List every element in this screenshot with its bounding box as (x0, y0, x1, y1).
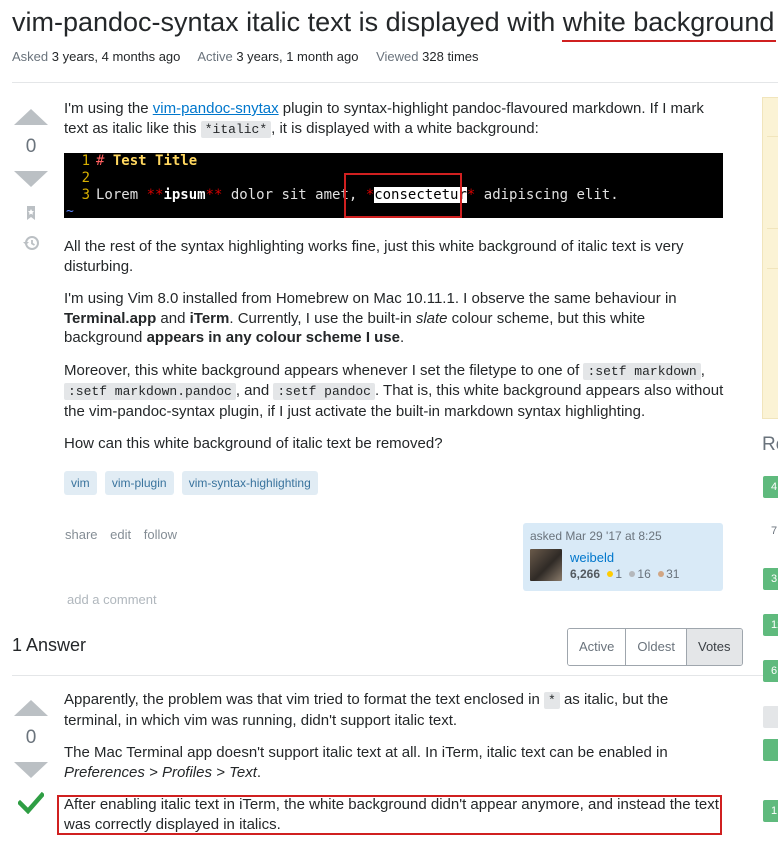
edit-link[interactable]: edit (110, 527, 131, 542)
tag-vim-plugin[interactable]: vim-plugin (104, 471, 174, 495)
terminal-annotation-box (344, 173, 462, 218)
related-score-badge[interactable]: 4 (763, 476, 778, 498)
add-comment-link[interactable]: add a comment (67, 592, 157, 607)
history-icon[interactable] (22, 234, 40, 252)
related-score-badge[interactable]: 7 (763, 520, 778, 542)
related-score-badge[interactable]: 12 (763, 614, 778, 636)
question-paragraph: All the rest of the syntax highlighting … (64, 238, 684, 275)
reputation-score: 6,266 (570, 567, 601, 581)
asked-value: 3 years, 4 months ago (51, 49, 181, 64)
question-paragraph: How can this white background of italic … (64, 435, 443, 452)
accepted-check-icon (16, 791, 46, 815)
answer-annotation-box (57, 795, 722, 835)
plugin-link[interactable]: vim-pandoc-snytax (153, 100, 279, 117)
asked-label: Asked (12, 49, 49, 64)
user-reputation: 6,266 1 16 31 (570, 567, 680, 581)
sidebar-divider (767, 136, 778, 137)
title-annotation-underline (562, 40, 776, 42)
inline-code: *italic* (200, 120, 272, 138)
answer-paragraph: The Mac Terminal app doesn't support ita… (64, 744, 668, 781)
user-name-link[interactable]: weibeld (570, 550, 614, 565)
bookmark-icon[interactable] (22, 204, 40, 222)
share-link[interactable]: share (65, 527, 98, 542)
sidebar-divider (767, 228, 778, 229)
terminal-tilde: ~ (66, 204, 74, 219)
owner-card: asked Mar 29 '17 at 8:25 weibeld 6,266 1… (523, 523, 723, 591)
viewed-label: Viewed (376, 49, 419, 64)
header-divider (12, 82, 778, 83)
upvote-icon[interactable] (14, 700, 48, 716)
question-meta: Asked 3 years, 4 months ago Active 3 yea… (12, 49, 493, 64)
sort-tab-oldest[interactable]: Oldest (625, 629, 686, 665)
sort-tab-active[interactable]: Active (568, 629, 626, 665)
downvote-icon[interactable] (14, 762, 48, 778)
terminal-line: 2 (81, 170, 90, 186)
bronze-badge-icon (658, 571, 665, 578)
terminal-line: 1 # Test Title (81, 153, 198, 169)
question-paragraph: Moreover, this white background appears … (64, 361, 724, 420)
viewed-value: 328 times (422, 49, 479, 64)
question-paragraph: I'm using the vim-pandoc-snytax plugin t… (64, 100, 704, 138)
inline-code: * (543, 692, 560, 709)
post-menu: share edit follow (65, 527, 186, 542)
answer-vote-count: 0 (25, 727, 37, 748)
asked-time[interactable]: asked Mar 29 '17 at 8:25 (530, 529, 716, 543)
tag-list: vim vim-plugin vim-syntax-highlighting (64, 471, 322, 495)
tag-vim-syntax-highlighting[interactable]: vim-syntax-highlighting (181, 471, 318, 495)
active-label: Active (197, 49, 233, 64)
related-score-badge[interactable]: 6 (763, 660, 778, 682)
downvote-icon[interactable] (14, 171, 48, 187)
answer-vote-column: 0 (12, 700, 50, 818)
follow-link[interactable]: follow (144, 527, 177, 542)
question-paragraph: I'm using Vim 8.0 installed from Homebre… (64, 290, 677, 346)
answers-divider (12, 675, 778, 676)
related-heading: Re (762, 434, 778, 455)
question-title[interactable]: vim-pandoc-syntax italic text is display… (12, 2, 774, 42)
active-value[interactable]: 3 years, 1 month ago (236, 49, 358, 64)
question-body: I'm using the vim-pandoc-snytax plugin t… (64, 99, 724, 152)
upvote-icon[interactable] (14, 109, 48, 125)
sort-tab-votes[interactable]: Votes (685, 629, 742, 665)
answer-paragraph: Apparently, the problem was that vim tri… (64, 691, 669, 729)
question-vote-column: 0 (12, 109, 50, 256)
sidebar-notice-box (762, 97, 778, 419)
related-score-badge[interactable] (763, 706, 778, 728)
sidebar-divider (767, 268, 778, 269)
avatar[interactable] (530, 549, 562, 581)
related-score-badge[interactable]: 3 (763, 568, 778, 590)
question-body-continued: All the rest of the syntax highlighting … (64, 237, 724, 467)
related-score-badge[interactable] (763, 739, 778, 761)
silver-badge-icon (629, 571, 636, 578)
gold-badge-icon (607, 571, 614, 578)
tag-vim[interactable]: vim (64, 471, 97, 495)
related-score-badge[interactable]: 1 (763, 800, 778, 822)
answers-count: 1 Answer (12, 635, 87, 655)
terminal-line: 3 Lorem **ipsum** dolor sit amet, *consec… (81, 187, 619, 203)
answer-sort-tabs: Active Oldest Votes (567, 628, 743, 666)
question-vote-count: 0 (25, 136, 37, 157)
